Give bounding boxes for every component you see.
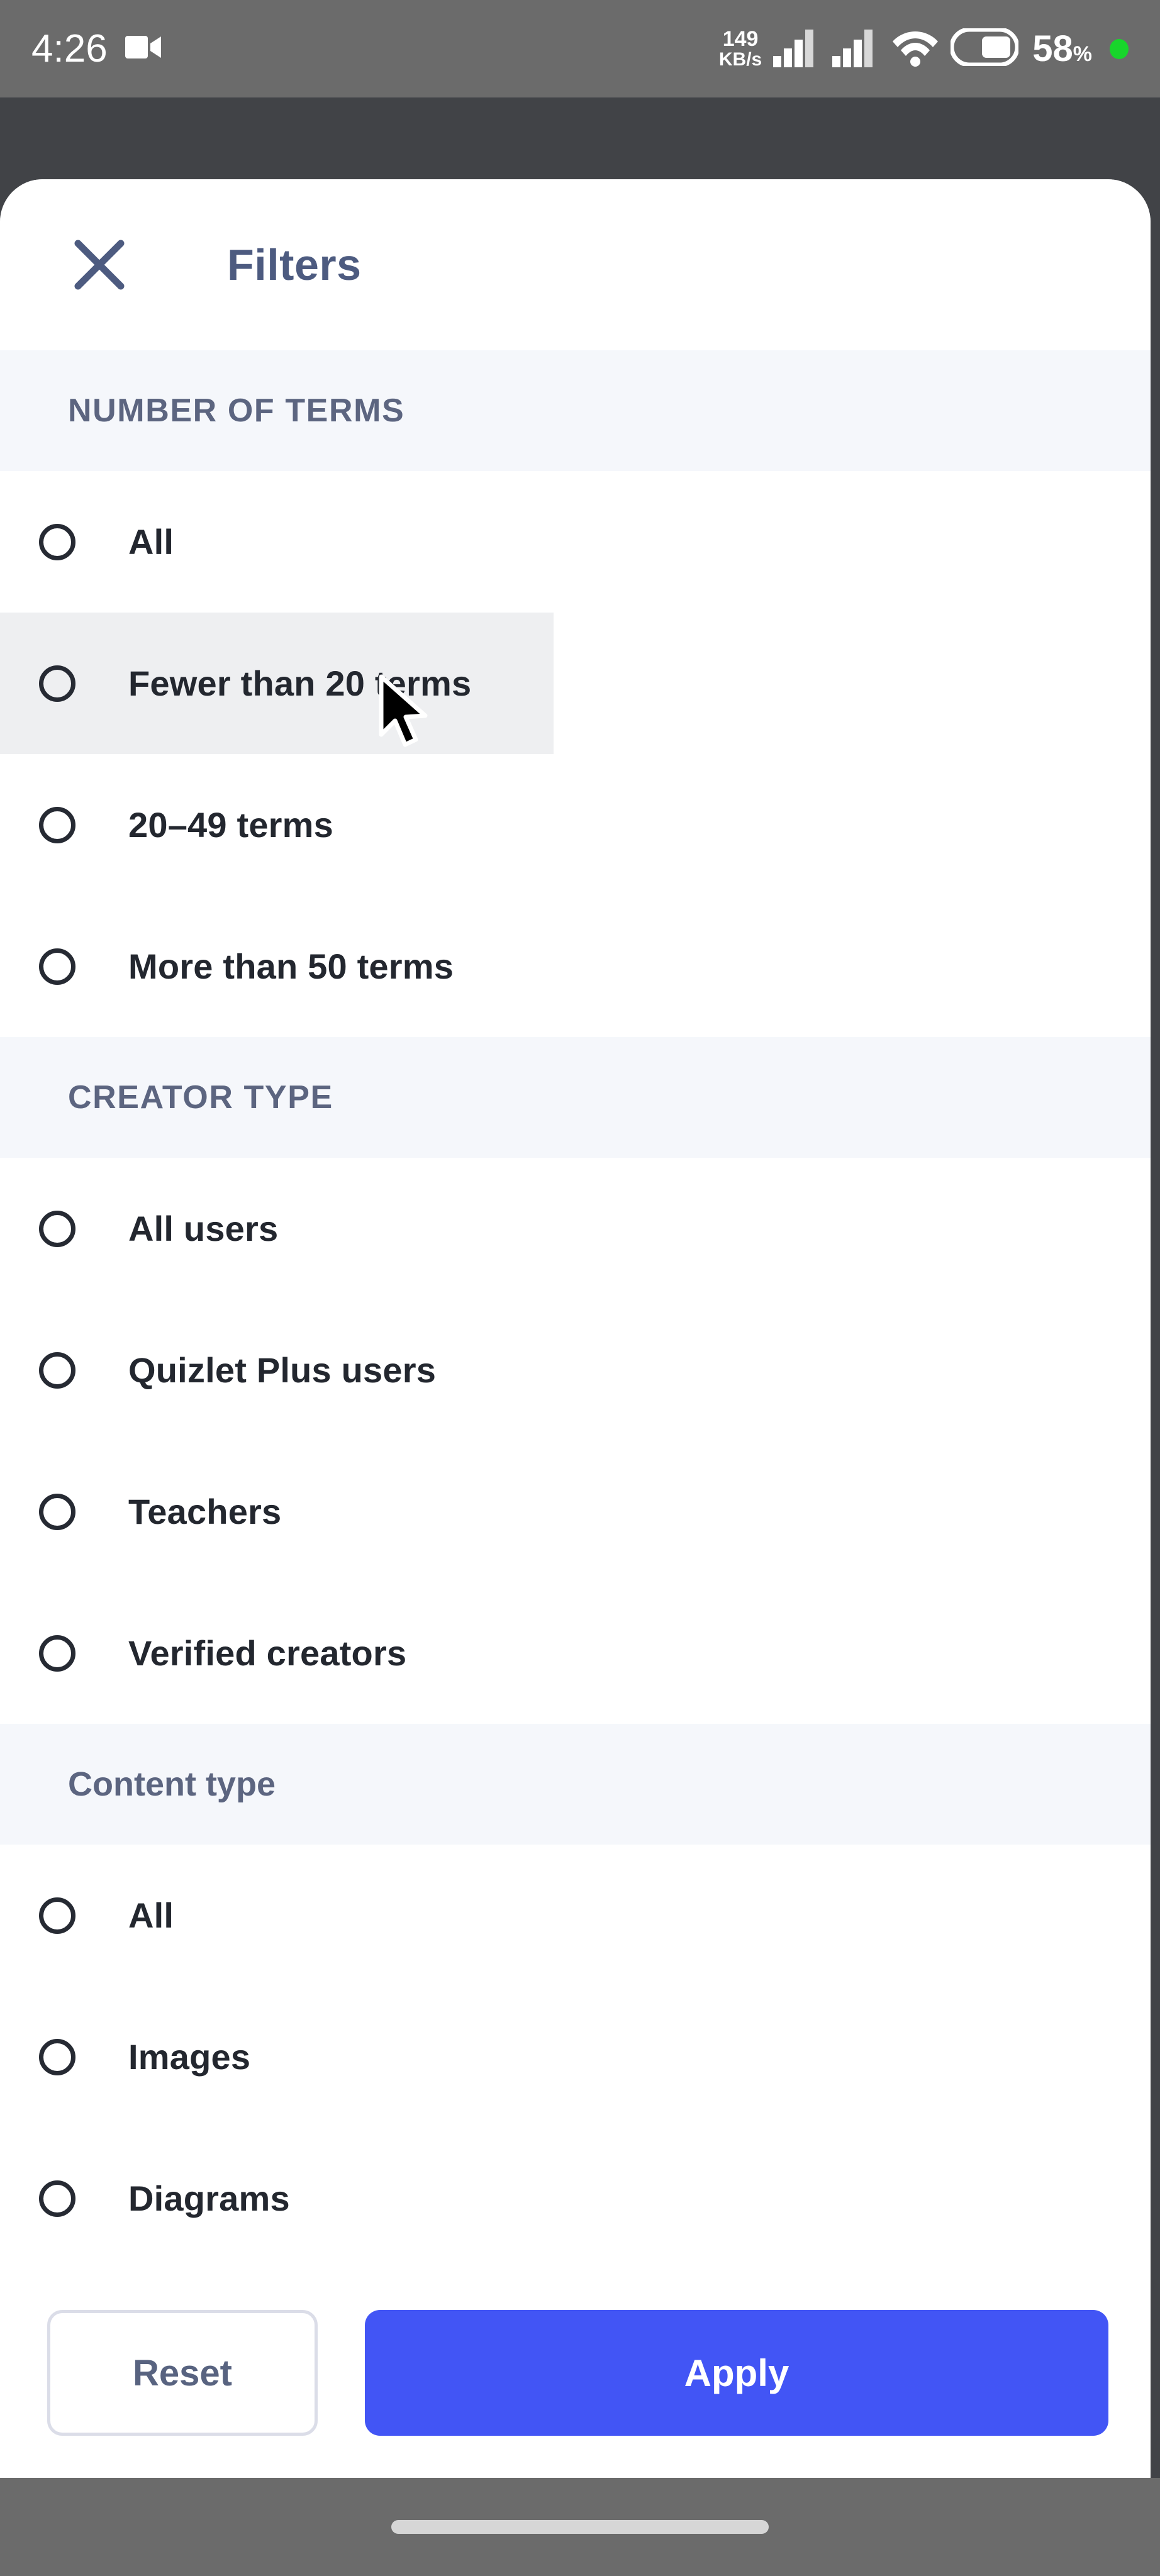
status-bar-left: 4:26 <box>31 26 162 70</box>
sheet-header: Filters <box>0 179 1151 350</box>
radio-button-icon[interactable] <box>39 806 75 843</box>
option-label: More than 50 terms <box>128 947 454 986</box>
option-row-images[interactable]: Images <box>0 1986 1151 2128</box>
option-list-number-of-terms: All Fewer than 20 terms 20–49 terms More… <box>0 471 1151 1037</box>
section-header-number-of-terms: NUMBER OF TERMS <box>0 350 1151 471</box>
close-x-icon[interactable] <box>69 235 130 295</box>
option-row-fewer-than-20-terms[interactable]: Fewer than 20 terms <box>0 613 554 754</box>
option-row-verified-creators[interactable]: Verified creators <box>0 1582 1151 1724</box>
cellular-signal-icon <box>832 27 880 70</box>
option-row-diagrams[interactable]: Diagrams <box>0 2128 1151 2269</box>
option-list-content-type: All Images Diagrams <box>0 1845 1151 2269</box>
reset-button[interactable]: Reset <box>47 2310 318 2436</box>
network-speed-unit: KB/s <box>718 48 762 70</box>
radio-button-icon[interactable] <box>39 1897 75 1934</box>
section-header-creator-type: CREATOR TYPE <box>0 1037 1151 1158</box>
home-gesture-pill[interactable] <box>391 2520 769 2534</box>
green-status-dot <box>1110 38 1129 59</box>
radio-button-icon[interactable] <box>39 2038 75 2075</box>
wifi-icon <box>891 28 939 70</box>
page-title: Filters <box>227 240 362 289</box>
phone-screen: 4:26 149 KB/s 58% Filters NUMBER OF TERM… <box>0 0 1160 2576</box>
radio-button-icon[interactable] <box>39 1352 75 1389</box>
apply-button[interactable]: Apply <box>365 2310 1108 2436</box>
battery-percentage: 58% <box>1032 28 1092 69</box>
option-label: All users <box>128 1209 279 1248</box>
battery-icon <box>949 27 1020 69</box>
gesture-nav-bar <box>0 2478 1160 2576</box>
option-row-quizlet-plus-users[interactable]: Quizlet Plus users <box>0 1299 1151 1441</box>
radio-button-icon[interactable] <box>39 1635 75 1672</box>
option-label: All <box>128 522 174 562</box>
option-row-20-49-terms[interactable]: 20–49 terms <box>0 754 1151 896</box>
option-label: Quizlet Plus users <box>128 1350 437 1390</box>
option-row-teachers[interactable]: Teachers <box>0 1441 1151 1582</box>
option-label: All <box>128 1896 174 1935</box>
option-label: Teachers <box>128 1492 282 1531</box>
option-label: Fewer than 20 terms <box>128 663 472 703</box>
network-speed-indicator: 149 KB/s <box>719 28 762 69</box>
status-bar-right: 149 KB/s 58% <box>719 27 1129 70</box>
option-row-all-users[interactable]: All users <box>0 1158 1151 1299</box>
video-camera-icon <box>125 33 162 64</box>
option-label: Verified creators <box>128 1633 407 1673</box>
radio-button-icon[interactable] <box>39 948 75 985</box>
status-bar: 4:26 149 KB/s 58% <box>0 0 1160 97</box>
radio-button-icon[interactable] <box>39 665 75 702</box>
option-row-all[interactable]: All <box>0 471 1151 613</box>
radio-button-icon[interactable] <box>39 523 75 560</box>
network-speed-value: 149 <box>722 26 759 51</box>
option-label: Diagrams <box>128 2179 290 2218</box>
filters-bottom-sheet: Filters NUMBER OF TERMS All Fewer than 2… <box>0 179 1151 2478</box>
radio-button-icon[interactable] <box>39 1210 75 1247</box>
radio-button-icon[interactable] <box>39 2180 75 2217</box>
option-row-more-than-50-terms[interactable]: More than 50 terms <box>0 896 1151 1037</box>
option-label: 20–49 terms <box>128 805 334 845</box>
option-row-all-content[interactable]: All <box>0 1845 1151 1986</box>
cellular-signal-icon <box>773 27 821 70</box>
radio-button-icon[interactable] <box>39 1493 75 1530</box>
sheet-footer: Reset Apply <box>0 2269 1151 2477</box>
section-header-content-type: Content type <box>0 1724 1151 1845</box>
option-label: Images <box>128 2037 251 2077</box>
clock-time: 4:26 <box>31 26 108 70</box>
option-list-creator-type: All users Quizlet Plus users Teachers Ve… <box>0 1158 1151 1724</box>
